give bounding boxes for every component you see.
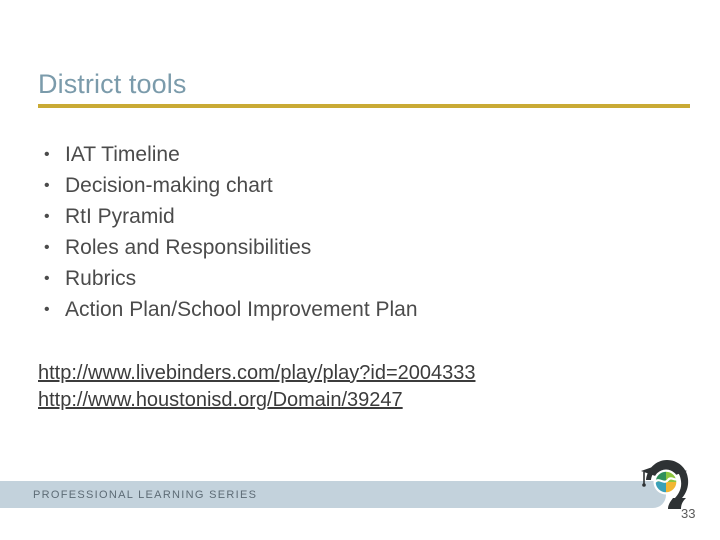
list-item: • Action Plan/School Improvement Plan	[38, 294, 658, 325]
list-item: • Rubrics	[38, 263, 658, 294]
list-item-label: IAT Timeline	[65, 143, 180, 166]
professional-learning-series-logo	[637, 457, 693, 509]
list-item: • RtI Pyramid	[38, 201, 658, 232]
link-livebinders[interactable]: http://www.livebinders.com/play/play?id=…	[38, 360, 603, 387]
slide-canvas: District tools • IAT Timeline • Decision…	[0, 0, 720, 540]
list-item-label: Action Plan/School Improvement Plan	[65, 298, 418, 321]
title-divider	[38, 104, 690, 108]
list-item: • IAT Timeline	[38, 139, 658, 170]
bullet-icon: •	[44, 177, 50, 194]
bullet-icon: •	[44, 239, 50, 256]
footer-label: PROFESSIONAL LEARNING SERIES	[33, 489, 258, 501]
list-item: • Decision-making chart	[38, 170, 658, 201]
list-item-label: Decision-making chart	[65, 174, 273, 197]
resource-links: http://www.livebinders.com/play/play?id=…	[38, 360, 603, 414]
list-item-label: RtI Pyramid	[65, 205, 175, 228]
list-item-label: Roles and Responsibilities	[65, 236, 312, 259]
bullet-icon: •	[44, 301, 50, 318]
page-number: 33	[681, 506, 696, 521]
list-item: • Roles and Responsibilities	[38, 232, 658, 263]
bullet-icon: •	[44, 270, 50, 287]
bullet-icon: •	[44, 208, 50, 225]
bullet-icon: •	[44, 146, 50, 163]
page-title: District tools	[38, 69, 187, 100]
link-houstonisd[interactable]: http://www.houstonisd.org/Domain/39247	[38, 387, 603, 414]
district-tools-list: • IAT Timeline • Decision-making chart •…	[38, 139, 658, 325]
list-item-label: Rubrics	[65, 267, 137, 290]
